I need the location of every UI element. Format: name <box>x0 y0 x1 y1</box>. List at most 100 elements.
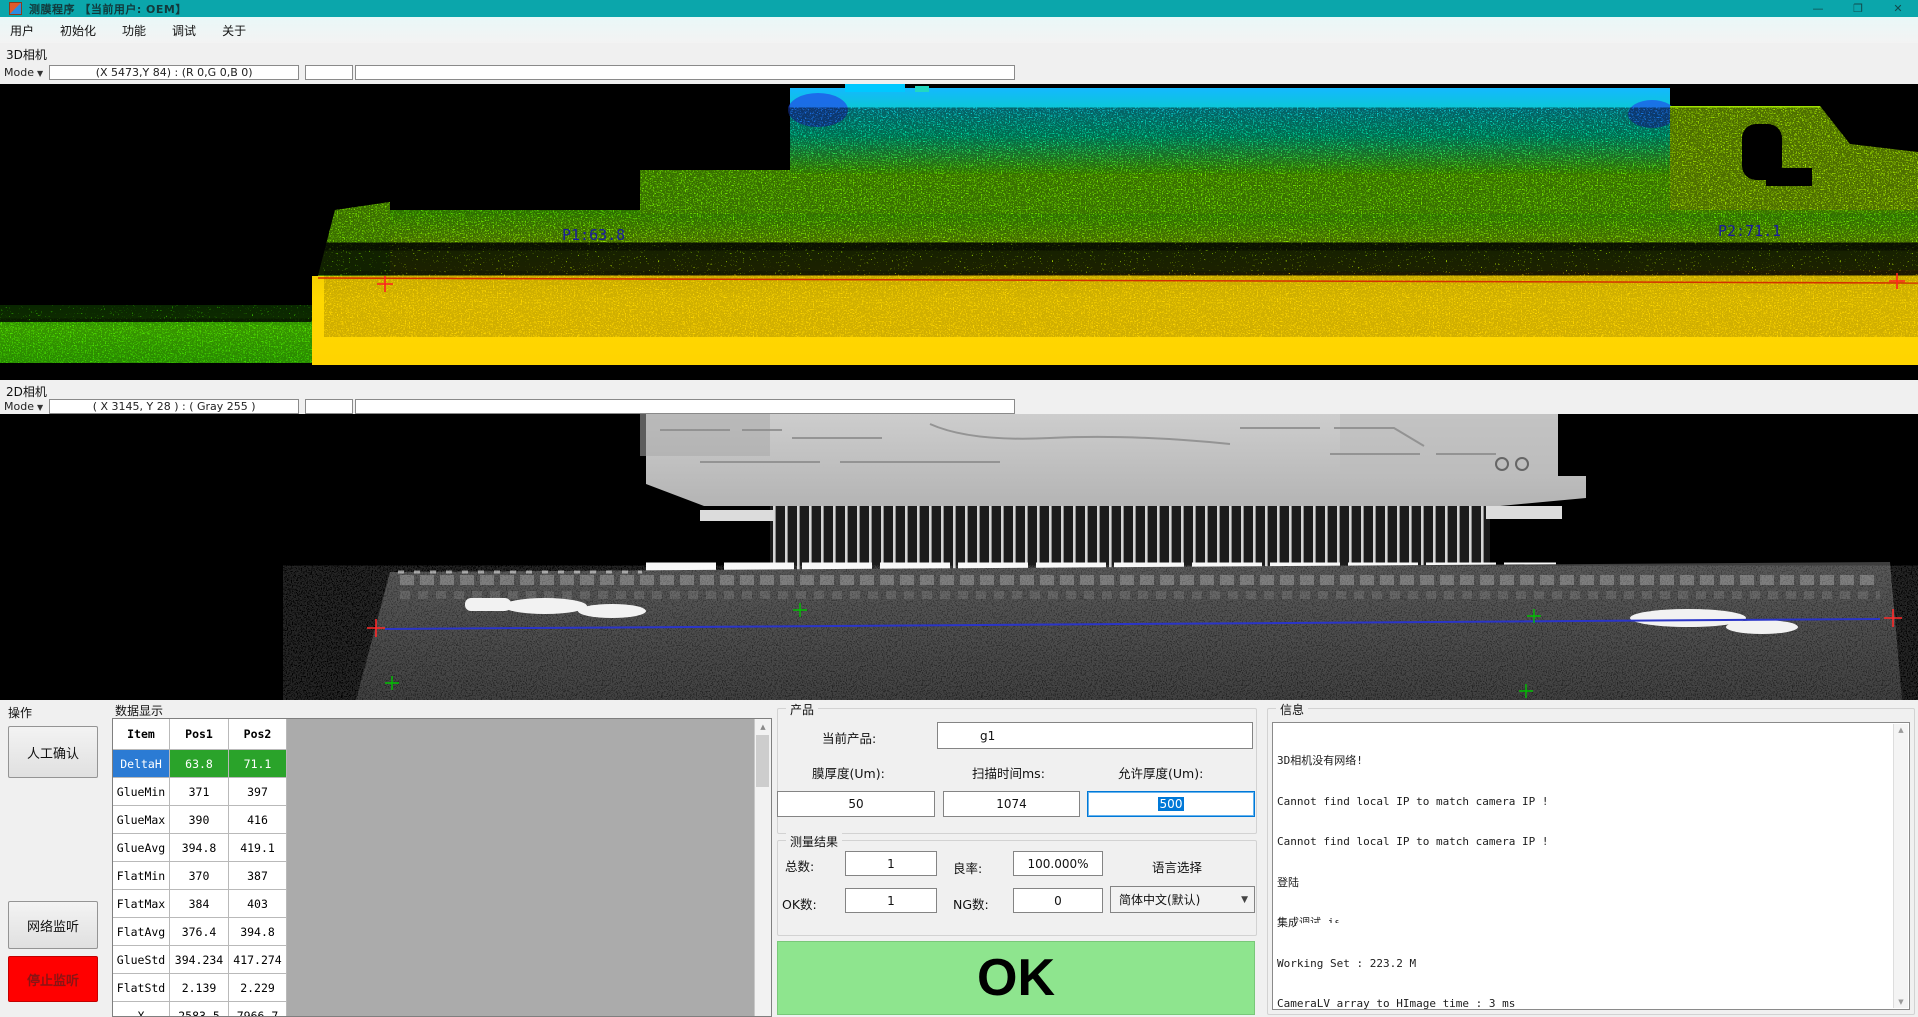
camera3d-coords-readout: (X 5473,Y 84) : (R 0,G 0,B 0) <box>49 65 299 80</box>
heightmap-3d: P1:63.8 P2:71.1 <box>0 84 1918 380</box>
table-row[interactable]: FlatMin 370 387 <box>113 862 771 890</box>
bottom-panel: 操作 人工确认 网络监听 停止监听 数据显示 Item Pos1 Pos2 De… <box>0 700 1918 1017</box>
cell-pos1: 390 <box>170 806 229 834</box>
menu-init[interactable]: 初始化 <box>60 22 96 39</box>
ng-count-input[interactable]: 0 <box>1013 888 1103 913</box>
log-line: Working Set : 223.2 M <box>1277 957 1760 971</box>
col-header-item: Item <box>113 719 170 750</box>
allow-thickness-input[interactable]: 500 <box>1087 791 1255 817</box>
total-input[interactable]: 1 <box>845 851 937 876</box>
cell-pos2: 397 <box>229 778 287 806</box>
camera2d-mode-button[interactable]: Mode <box>4 400 34 413</box>
cell-pos2: 71.1 <box>229 750 287 778</box>
cell-pos2: 394.8 <box>229 918 287 946</box>
cell-pos2: 419.1 <box>229 834 287 862</box>
cell-pos1: 2583.5 <box>170 1002 229 1017</box>
scroll-up-icon[interactable]: ▲ <box>1894 726 1908 734</box>
camera3d-status-box <box>305 65 353 80</box>
redaction-blob <box>1293 923 1508 943</box>
window-title: 测膜程序 【当前用户: OEM】 <box>29 1 187 17</box>
cell-pos1: 376.4 <box>170 918 229 946</box>
redaction-blob <box>1335 903 1705 923</box>
data-display-label: 数据显示 <box>115 702 163 719</box>
ng-count-label: NG数: <box>953 894 989 913</box>
cell-item: FlatAvg <box>113 918 170 946</box>
title-bar: 测膜程序 【当前用户: OEM】 — ❐ ✕ <box>0 0 1918 17</box>
table-header-row: Item Pos1 Pos2 <box>113 719 771 750</box>
cell-pos1: 394.8 <box>170 834 229 862</box>
log-scrollbar[interactable]: ▲ ▼ <box>1893 724 1908 1008</box>
scroll-thumb[interactable] <box>756 735 769 787</box>
camera2d-status-box <box>305 399 353 414</box>
table-scrollbar[interactable]: ▲ <box>754 719 771 1016</box>
chevron-down-icon: ▼ <box>37 403 43 412</box>
camera2d-info-box <box>355 399 1015 414</box>
close-button[interactable]: ✕ <box>1878 0 1918 17</box>
table-row[interactable]: GlueMax 390 416 <box>113 806 771 834</box>
selected-text: 500 <box>1158 797 1185 811</box>
cell-pos1: 2.139 <box>170 974 229 1002</box>
minimize-button[interactable]: — <box>1798 0 1838 17</box>
language-select[interactable]: 简体中文(默认) ▼ <box>1110 886 1255 913</box>
table-row[interactable]: DeltaH 63.8 71.1 <box>113 750 771 778</box>
camera2d-modebar: Mode ▼ ( X 3145, Y 28 ) : ( Gray 255 ) <box>0 396 1918 416</box>
current-product-input[interactable]: g1 <box>937 722 1253 749</box>
cell-pos1: 384 <box>170 890 229 918</box>
data-table[interactable]: Item Pos1 Pos2 DeltaH 63.8 71.1 GlueMin … <box>112 718 772 1017</box>
annotation-p2: P2:71.1 <box>1718 222 1781 240</box>
cell-item: DeltaH <box>113 750 170 778</box>
table-row[interactable]: GlueMin 371 397 <box>113 778 771 806</box>
menu-debug[interactable]: 调试 <box>172 22 196 39</box>
info-log[interactable]: 3D相机没有网络! Cannot find local IP to match … <box>1272 722 1910 1010</box>
cell-pos1: 371 <box>170 778 229 806</box>
cell-pos1: 63.8 <box>170 750 229 778</box>
camera3d-view[interactable]: P1:63.8 P2:71.1 <box>0 84 1918 380</box>
cell-item: GlueAvg <box>113 834 170 862</box>
cell-pos2: 2.229 <box>229 974 287 1002</box>
cell-item: FlatStd <box>113 974 170 1002</box>
scroll-down-icon[interactable]: ▼ <box>1894 998 1908 1006</box>
manual-confirm-button[interactable]: 人工确认 <box>8 726 98 778</box>
film-thickness-input[interactable]: 50 <box>777 791 935 817</box>
result-status-text: OK <box>977 948 1055 1008</box>
pcb-art <box>356 414 1902 700</box>
info-group-title: 信息 <box>1276 701 1308 718</box>
cell-pos1: 394.234 <box>170 946 229 974</box>
yield-label: 良率: <box>953 858 982 877</box>
cell-pos2: 387 <box>229 862 287 890</box>
stop-listen-button[interactable]: 停止监听 <box>8 956 98 1002</box>
heightmap-art <box>0 84 1918 365</box>
camera3d-mode-button[interactable]: Mode <box>4 66 34 79</box>
ok-count-label: OK数: <box>782 894 817 913</box>
allow-thickness-label: 允许厚度(Um): <box>1118 763 1203 782</box>
table-row[interactable]: GlueAvg 394.8 419.1 <box>113 834 771 862</box>
scroll-up-icon[interactable]: ▲ <box>755 719 771 734</box>
product-group-title: 产品 <box>786 701 818 718</box>
annotation-p1: P1:63.8 <box>562 226 625 244</box>
table-row[interactable]: FlatMax 384 403 <box>113 890 771 918</box>
scan-time-input[interactable]: 1074 <box>943 791 1080 817</box>
camera2d-view[interactable] <box>0 414 1918 700</box>
net-listen-button[interactable]: 网络监听 <box>8 901 98 949</box>
col-header-pos1: Pos1 <box>170 719 229 750</box>
ok-count-input[interactable]: 1 <box>845 888 937 913</box>
table-row[interactable]: FlatAvg 376.4 394.8 <box>113 918 771 946</box>
table-row[interactable]: X 2583.5 7966.7 <box>113 1002 771 1017</box>
table-row[interactable]: FlatStd 2.139 2.229 <box>113 974 771 1002</box>
cell-pos2: 403 <box>229 890 287 918</box>
menu-function[interactable]: 功能 <box>122 22 146 39</box>
cell-pos2: 417.274 <box>229 946 287 974</box>
col-header-pos2: Pos2 <box>229 719 287 750</box>
log-line: Cannot find local IP to match camera IP … <box>1277 795 1760 809</box>
cell-item: GlueStd <box>113 946 170 974</box>
maximize-button[interactable]: ❐ <box>1838 0 1878 17</box>
table-row[interactable]: GlueStd 394.234 417.274 <box>113 946 771 974</box>
result-status-banner: OK <box>777 941 1255 1015</box>
camera3d-info-box <box>355 65 1015 80</box>
camera3d-label: 3D相机 <box>6 46 47 63</box>
menu-about[interactable]: 关于 <box>222 22 246 39</box>
film-thickness-label: 膜厚度(Um): <box>812 763 885 782</box>
menu-user[interactable]: 用户 <box>10 22 34 39</box>
yield-input[interactable]: 100.000% <box>1013 851 1103 876</box>
cell-item: FlatMin <box>113 862 170 890</box>
